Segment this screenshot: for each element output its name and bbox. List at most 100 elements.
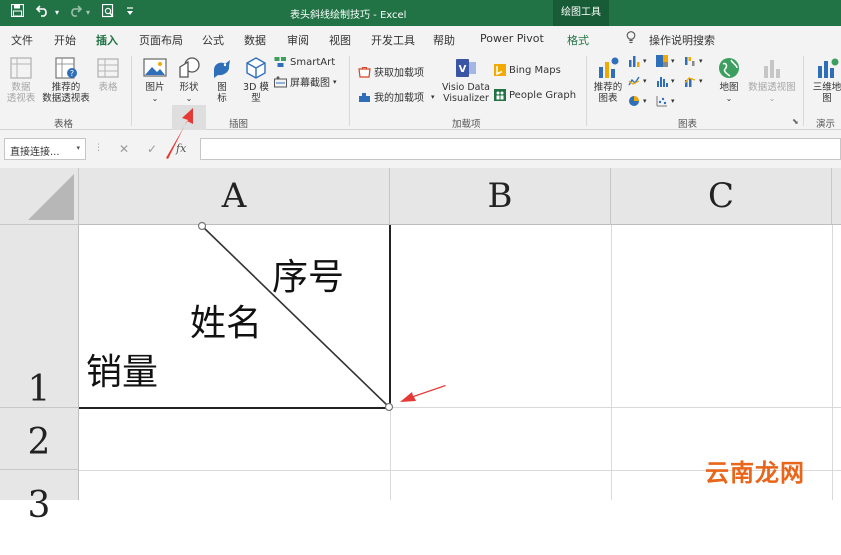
- recommended-pivottables-label-2: 数据透视表: [42, 93, 90, 104]
- 3d-models-button[interactable]: 3D 模 型: [240, 56, 272, 104]
- redo-dropdown-icon[interactable]: ▾: [86, 8, 90, 17]
- tab-formulas[interactable]: 公式: [202, 32, 224, 48]
- my-addins-icon: [359, 92, 370, 102]
- maps-dropdown-icon: ⌄: [725, 94, 733, 103]
- svg-text:V: V: [459, 64, 467, 75]
- formula-bar-grip-icon: ⋮: [94, 143, 103, 153]
- screenshot-button[interactable]: 屏幕截图 ▾: [274, 74, 337, 89]
- hierarchy-chart-dropdown-icon: ▾: [671, 57, 675, 65]
- diagonal-line-shape[interactable]: [0, 168, 841, 500]
- charts-dialog-launcher-icon[interactable]: ⬊: [792, 117, 799, 126]
- smartart-button[interactable]: SmartArt: [274, 56, 335, 68]
- 3d-map-label-2: 图: [822, 93, 832, 104]
- illustrations-group-label: 插图: [229, 119, 249, 130]
- name-box-value: 直接连接...: [10, 147, 60, 158]
- recommended-pivottables-button[interactable]: ? 推荐的 数据透视表: [40, 56, 92, 104]
- customize-quick-access-icon[interactable]: [126, 7, 134, 19]
- table-icon: [97, 58, 119, 78]
- icons-icon: [214, 60, 230, 78]
- line-start-handle: [197, 221, 207, 231]
- line-chart-button[interactable]: ▾: [628, 75, 647, 87]
- table-button[interactable]: 表格: [94, 56, 122, 93]
- redo-icon[interactable]: [68, 4, 83, 21]
- svg-text:?: ?: [70, 69, 74, 78]
- 3d-map-icon: [818, 58, 839, 78]
- pictures-label: 图片: [145, 82, 165, 93]
- insert-function-icon[interactable]: fx: [176, 142, 186, 155]
- visio-label-1: Visio Data: [441, 82, 491, 93]
- bing-maps-button[interactable]: Bing Maps: [494, 64, 561, 76]
- tab-data[interactable]: 数据: [244, 32, 266, 48]
- globe-icon: [719, 58, 739, 78]
- worksheet-grid: A B C 1 2 3 序号 姓名 销量: [0, 168, 841, 526]
- watermark: 云南龙网: [705, 459, 805, 487]
- undo-icon[interactable]: [35, 4, 50, 21]
- statistic-chart-icon: [657, 77, 668, 87]
- tables-group-label: 表格: [54, 119, 74, 130]
- shapes-icon: [179, 57, 200, 78]
- tab-review[interactable]: 审阅: [287, 32, 309, 48]
- statistic-chart-button[interactable]: ▾: [656, 75, 675, 87]
- name-box[interactable]: 直接连接... ▾: [4, 138, 86, 160]
- visio-icon: V: [456, 59, 476, 77]
- scatter-chart-button[interactable]: ▾: [656, 95, 675, 107]
- tab-home[interactable]: 开始: [54, 32, 76, 48]
- diagonal-line: [201, 225, 390, 408]
- ribbon-separator: [131, 56, 132, 126]
- people-graph-icon: [494, 89, 506, 101]
- pivotchart-button[interactable]: 数据透视图 ⌄: [746, 56, 798, 104]
- waterfall-chart-button[interactable]: ▾: [684, 55, 703, 67]
- tab-file[interactable]: 文件: [11, 32, 33, 48]
- screenshot-label: 屏幕截图: [290, 78, 330, 89]
- get-addins-button[interactable]: 获取加载项: [358, 64, 424, 79]
- tab-view[interactable]: 视图: [329, 32, 351, 48]
- pie-chart-button[interactable]: ▾: [628, 95, 647, 107]
- maps-button[interactable]: 地图 ⌄: [712, 56, 746, 104]
- get-addins-label: 获取加载项: [374, 68, 424, 79]
- pie-chart-icon: [629, 96, 639, 106]
- tab-help[interactable]: 帮助: [433, 32, 455, 48]
- tab-format[interactable]: 格式: [567, 32, 589, 48]
- combo-chart-icon: [684, 77, 696, 87]
- undo-dropdown-icon[interactable]: ▾: [55, 8, 59, 17]
- pivottable-label-2: 透视表: [6, 93, 36, 104]
- 3d-map-label-1: 三维地: [812, 82, 841, 93]
- my-addins-button[interactable]: 我的加载项 ▾: [358, 89, 435, 104]
- charts-group-label: 图表: [678, 119, 698, 130]
- tab-power-pivot[interactable]: Power Pivot: [480, 32, 544, 45]
- smartart-label: SmartArt: [290, 56, 336, 68]
- shapes-button[interactable]: 形状 ⌄: [174, 56, 204, 104]
- tab-developer[interactable]: 开发工具: [371, 32, 415, 48]
- 3d-models-label-2: 型: [251, 93, 261, 104]
- pivottable-button[interactable]: 数据 透视表: [6, 56, 36, 104]
- hierarchy-chart-button[interactable]: ▾: [656, 55, 675, 67]
- visio-data-visualizer-button[interactable]: V Visio Data Visualizer: [440, 56, 492, 104]
- formula-input[interactable]: [200, 138, 841, 160]
- 3d-map-button[interactable]: 三维地 图: [808, 56, 841, 104]
- ribbon: 数据 透视表 ? 推荐的 数据透视表 表格 表格 图片 ⌄ 形状 ⌄ 图 标 3…: [0, 50, 841, 163]
- recommended-pivottables-label-1: 推荐的: [51, 82, 81, 93]
- name-box-dropdown-icon[interactable]: ▾: [76, 144, 80, 152]
- maps-label: 地图: [719, 82, 739, 93]
- visio-label-2: Visualizer: [443, 93, 489, 104]
- window-title: 表头斜线绘制技巧 - Excel: [290, 10, 407, 21]
- tell-me-search[interactable]: 操作说明搜索: [649, 32, 715, 48]
- cancel-icon[interactable]: ✕: [119, 142, 129, 156]
- people-graph-button[interactable]: People Graph: [494, 89, 576, 101]
- enter-icon[interactable]: ✓: [147, 142, 157, 156]
- print-preview-icon[interactable]: [101, 3, 115, 22]
- tab-insert[interactable]: 插入: [96, 32, 118, 53]
- icons-button[interactable]: 图 标: [208, 56, 236, 104]
- bing-maps-icon: [494, 64, 506, 76]
- tours-group-label: 演示: [816, 119, 836, 130]
- combo-chart-button[interactable]: ▾: [684, 75, 703, 87]
- column-chart-button[interactable]: ▾: [628, 55, 647, 67]
- screenshot-icon: [274, 75, 287, 87]
- pictures-button[interactable]: 图片 ⌄: [140, 56, 170, 104]
- ribbon-tabs: 文件 开始 插入 页面布局 公式 数据 审阅 视图 开发工具 帮助 Power …: [0, 26, 841, 53]
- save-icon[interactable]: [10, 3, 25, 21]
- pivottable-icon: [10, 57, 32, 79]
- statistic-chart-dropdown-icon: ▾: [671, 77, 675, 85]
- recommended-charts-button[interactable]: 推荐的 图表: [592, 56, 624, 104]
- tab-page-layout[interactable]: 页面布局: [139, 32, 183, 48]
